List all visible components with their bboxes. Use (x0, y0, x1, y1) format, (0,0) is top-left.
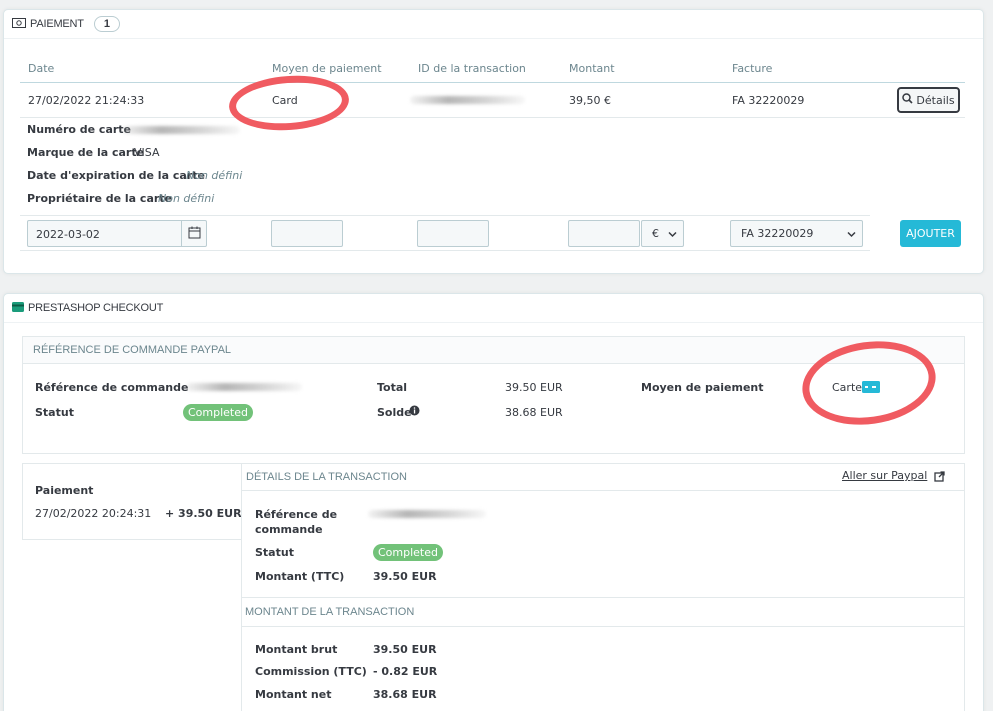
column-header-amount: Montant (569, 62, 615, 75)
go-to-paypal-link[interactable]: Aller sur Paypal (842, 469, 927, 482)
payment-panel-title: Paiement (30, 18, 84, 30)
money-icon (12, 17, 26, 31)
payment-date-input[interactable]: 2022-03-02 (27, 220, 207, 247)
payment-date-value: 2022-03-02 (36, 228, 100, 241)
card-brand-value: VISA (134, 146, 160, 159)
status-label: Statut (35, 406, 74, 419)
transaction-id-input[interactable] (417, 220, 489, 247)
form-bottom-divider (20, 250, 870, 251)
date-input-separator (181, 221, 182, 246)
card-number-label: Numéro de carte (27, 123, 132, 136)
amount-ttc-label: Montant (TTC) (255, 570, 345, 583)
payment-list-amount[interactable]: + 39.50 EUR (165, 507, 242, 520)
payment-list-date[interactable]: 27/02/2022 20:24:31 (35, 507, 151, 520)
redacted-transaction-id (410, 96, 525, 104)
fee-label: Commission (TTC) (255, 665, 367, 678)
transaction-status-badge: Completed (373, 544, 443, 561)
checkout-panel-title: PrestaShop Checkout (28, 302, 164, 314)
prestashop-checkout-icon (12, 301, 24, 316)
card-owner-value: Non défini (158, 192, 215, 205)
card-brand-label: Marque de la carte (27, 146, 145, 159)
row-divider (20, 117, 965, 118)
payment-method-input[interactable] (271, 220, 343, 247)
column-header-date: Date (28, 62, 55, 75)
card-expiry-value: Non défini (186, 169, 243, 182)
card-expiry-label: Date d'expiration de la carte (27, 169, 205, 182)
total-value: 39.50 EUR (505, 381, 563, 394)
checkout-panel-heading: PrestaShop Checkout (4, 294, 983, 323)
payment-method-label: Moyen de paiement (641, 381, 764, 394)
payment-list-panel (22, 463, 242, 540)
payment-count-badge: 1 (93, 16, 120, 32)
net-amount-value: 38.68 EUR (373, 688, 437, 701)
paypal-reference-title: Référence de commande PayPal (33, 344, 232, 356)
transaction-status-label: Statut (255, 546, 294, 559)
column-header-transaction-id: ID de la transaction (418, 62, 526, 75)
payment-row-invoice: FA 32220029 (732, 94, 805, 107)
search-icon (902, 93, 913, 107)
balance-label: Solde (377, 406, 412, 419)
transaction-amount-title: Montant de la transaction (245, 606, 415, 618)
status-badge: Completed (183, 404, 253, 421)
invoice-select[interactable]: FA 32220029 (730, 220, 863, 247)
card-owner-label: Propriétaire de la carte (27, 192, 173, 205)
gross-amount-label: Montant brut (255, 643, 338, 656)
transaction-details-title: Détails de la transaction (246, 471, 407, 483)
invoice-select-value: FA 32220029 (741, 227, 814, 240)
calendar-icon[interactable] (188, 226, 201, 242)
payment-list-title: Paiement (35, 484, 94, 497)
column-header-method: Moyen de paiement (272, 62, 382, 75)
info-icon (409, 405, 420, 419)
header-divider (20, 82, 965, 83)
redacted-card-number (122, 126, 240, 134)
net-amount-label: Montant net (255, 688, 332, 701)
add-payment-button[interactable]: Ajouter (900, 220, 961, 247)
payment-row-date: 27/02/2022 21:24:33 (28, 94, 145, 107)
order-reference-label: Référence de commande (35, 381, 189, 394)
column-header-invoice: Facture (732, 62, 773, 75)
payment-row-amount: 39,50 € (569, 94, 611, 107)
redacted-order-reference (186, 383, 302, 391)
form-top-divider (20, 215, 870, 216)
amount-section-top-divider (242, 597, 964, 598)
amount-input[interactable] (568, 220, 640, 247)
gross-amount-value: 39.50 EUR (373, 643, 437, 656)
chevron-down-icon (847, 227, 856, 240)
amount-ttc-value: 39.50 EUR (373, 570, 437, 583)
transaction-order-ref-label: Référence de commande (255, 508, 338, 536)
currency-select[interactable]: € (641, 220, 684, 247)
total-label: Total (377, 381, 408, 394)
amount-section-divider (242, 626, 964, 627)
details-button[interactable]: Détails (897, 87, 960, 113)
currency-select-value: € (652, 227, 659, 240)
chevron-down-icon (668, 227, 677, 240)
fee-value: - 0.82 EUR (373, 665, 438, 678)
balance-value: 38.68 EUR (505, 406, 563, 419)
details-button-label: Détails (916, 93, 955, 107)
redacted-transaction-order-ref (368, 510, 486, 518)
payment-panel-heading: Paiement 1 (4, 10, 983, 39)
external-link-icon[interactable] (934, 471, 945, 485)
